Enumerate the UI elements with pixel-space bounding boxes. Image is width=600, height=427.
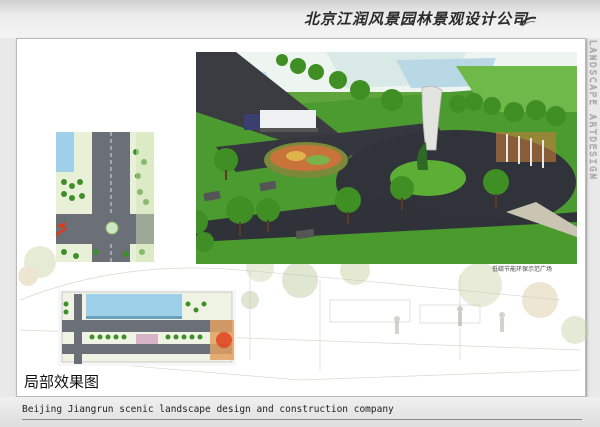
- render-caption: 低碳节能环保示范广场: [492, 266, 553, 273]
- plan-view: [56, 132, 154, 262]
- plaza-rendering: [196, 52, 577, 264]
- section-caption: 局部效果图: [24, 373, 100, 391]
- company-name-en: Beijing Jiangrun scenic landscape design…: [22, 404, 394, 415]
- footer-divider: [22, 419, 582, 420]
- site-plan: [58, 290, 236, 366]
- side-vertical-text: LANDSCAPE ARTDESIGN: [587, 40, 598, 181]
